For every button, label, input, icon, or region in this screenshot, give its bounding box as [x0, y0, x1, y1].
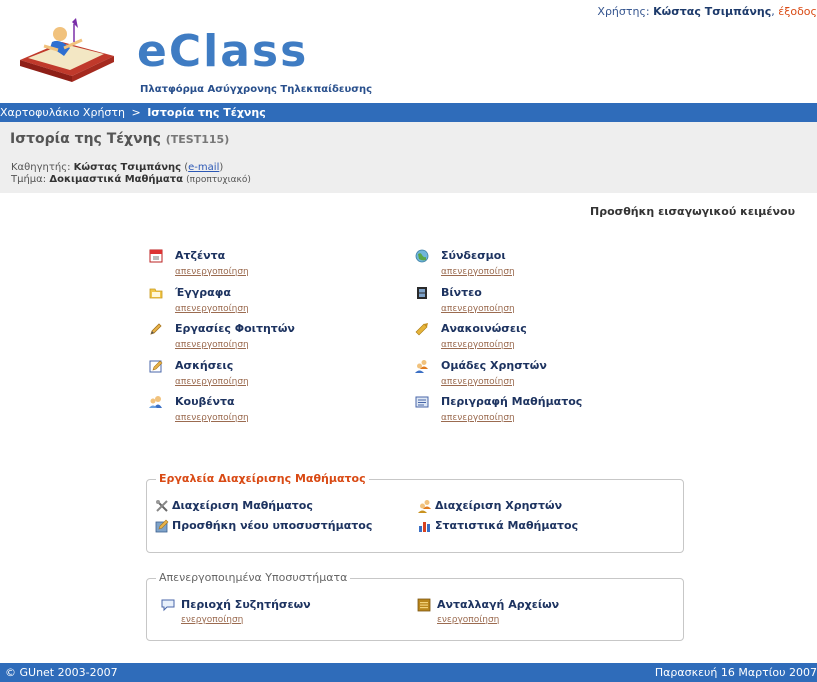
- deactivate-link[interactable]: απενεργοποίηση: [175, 413, 249, 424]
- tool-links[interactable]: Σύνδεσμοι απενεργοποίηση: [415, 249, 665, 285]
- admin-item-label: Στατιστικά Μαθήματος: [435, 519, 579, 532]
- brand-logo[interactable]: eClass: [137, 30, 308, 74]
- tool-name: Ασκήσεις: [175, 359, 234, 372]
- disabled-modules-legend: Απενεργοποιημένα Υποσυστήματα: [156, 571, 351, 585]
- user-admin-icon: [418, 500, 431, 513]
- add-module-icon: [155, 519, 169, 533]
- tool-documents[interactable]: Έγγραφα απενεργοποίηση: [149, 286, 399, 322]
- breadcrumb-separator: >: [131, 106, 141, 119]
- tool-agenda[interactable]: Ατζέντα απενεργοποίηση: [149, 249, 399, 285]
- professor-label: Καθηγητής:: [11, 162, 71, 173]
- admin-item-label: Διαχείριση Μαθήματος: [172, 499, 313, 512]
- deactivate-link[interactable]: απενεργοποίηση: [441, 413, 515, 424]
- professor-line: Καθηγητής: Κώστας Τσιμπάνης (e-mail): [11, 162, 224, 173]
- deactivate-link[interactable]: απενεργοποίηση: [175, 340, 249, 351]
- tool-name: Έγγραφα: [175, 286, 231, 299]
- tools-icon: [156, 500, 168, 512]
- pencil-icon: [150, 323, 162, 335]
- calendar-icon: [149, 249, 163, 263]
- tool-name: Σύνδεσμοι: [441, 249, 506, 262]
- tool-user-groups[interactable]: Ομάδες Χρηστών απενεργοποίηση: [415, 359, 665, 395]
- forum-icon: [161, 599, 175, 612]
- film-icon: [417, 287, 427, 299]
- user-label: Χρήστης:: [597, 5, 650, 18]
- add-intro-link[interactable]: Προσθήκη εισαγωγικού κειμένου: [590, 205, 795, 218]
- breadcrumb: Χαρτοφυλάκιο Χρήστη > Ιστορία της Τέχνης: [0, 103, 817, 122]
- module-name: Περιοχή Συζητήσεων: [181, 598, 311, 611]
- professor-name: Κώστας Τσιμπάνης: [73, 162, 182, 173]
- disabled-modules-panel: Απενεργοποιημένα Υποσυστήματα Περιοχή Συ…: [146, 571, 684, 641]
- course-title-text: Ιστορία της Τέχνης: [10, 131, 161, 147]
- breadcrumb-home-link[interactable]: Χαρτοφυλάκιο Χρήστη: [0, 106, 125, 119]
- tool-name: Βίντεο: [441, 286, 482, 299]
- tool-chat[interactable]: Κουβέντα απενεργοποίηση: [149, 395, 399, 431]
- footer-copyright: © GUnet 2003-2007: [5, 666, 118, 679]
- footer: © GUnet 2003-2007 Παρασκευή 16 Μαρτίου 2…: [0, 663, 817, 682]
- deactivate-link[interactable]: απενεργοποίηση: [175, 267, 249, 278]
- course-level: (προπτυχιακό): [186, 175, 251, 185]
- tool-name: Ανακοινώσεις: [441, 322, 527, 335]
- tool-name: Εργασίες Φοιτητών: [175, 322, 295, 335]
- flying-book-logo-icon: [20, 18, 114, 82]
- tool-name: Περιγραφή Μαθήματος: [441, 395, 583, 408]
- department-label: Τμήμα:: [11, 174, 47, 185]
- deactivate-link[interactable]: απενεργοποίηση: [441, 304, 515, 315]
- exercise-icon: [149, 360, 163, 373]
- user-bar: Χρήστης: Κώστας Τσιμπάνης, έξοδος: [597, 5, 817, 18]
- course-code: (TEST115): [165, 133, 230, 146]
- platform-tagline: Πλατφόρμα Ασύγχρονης Τηλεκπαίδευσης: [140, 84, 373, 95]
- breadcrumb-current: Ιστορία της Τέχνης: [147, 106, 266, 119]
- department-name: Δοκιμαστικά Μαθήματα: [49, 174, 183, 185]
- professor-email-link[interactable]: e-mail: [188, 162, 219, 173]
- department-line: Τμήμα: Δοκιμαστικά Μαθήματα (προπτυχιακό…: [11, 174, 251, 185]
- deactivate-link[interactable]: απενεργοποίηση: [441, 267, 515, 278]
- file-exchange-icon: [417, 598, 431, 612]
- tool-name: Ομάδες Χρηστών: [441, 359, 547, 372]
- header: eClass Πλατφόρμα Ασύγχρονης Τηλεκπαίδευσ…: [0, 0, 817, 103]
- deactivate-link[interactable]: απενεργοποίηση: [441, 377, 515, 388]
- tool-name: Ατζέντα: [175, 249, 226, 262]
- admin-item-label: Διαχείριση Χρηστών: [435, 499, 563, 512]
- tool-name: Κουβέντα: [175, 395, 235, 408]
- deactivate-link[interactable]: απενεργοποίηση: [441, 340, 515, 351]
- tool-announcements[interactable]: Ανακοινώσεις απενεργοποίηση: [415, 322, 665, 358]
- tool-video[interactable]: Βίντεο απενεργοποίηση: [415, 286, 665, 322]
- logout-link[interactable]: έξοδος: [778, 5, 817, 18]
- statistics-icon: [419, 522, 430, 532]
- chat-users-icon: [149, 396, 162, 408]
- globe-icon: [415, 249, 429, 263]
- course-admin-legend: Εργαλεία Διαχείρισης Μαθήματος: [156, 472, 369, 486]
- deactivate-link[interactable]: απενεργοποίηση: [175, 304, 249, 315]
- course-title: Ιστορία της Τέχνης (TEST115): [10, 131, 229, 147]
- deactivate-link[interactable]: απενεργοποίηση: [175, 377, 249, 388]
- users-group-icon: [415, 360, 428, 373]
- admin-item-label: Προσθήκη νέου υποσυστήματος: [172, 519, 373, 532]
- activate-link[interactable]: ενεργοποίηση: [181, 615, 243, 626]
- course-admin-panel: Εργαλεία Διαχείρισης Μαθήματος Διαχείρισ…: [146, 472, 684, 553]
- tool-exercises[interactable]: Ασκήσεις απενεργοποίηση: [149, 359, 399, 395]
- description-icon: [415, 396, 429, 408]
- module-name: Ανταλλαγή Αρχείων: [437, 598, 560, 611]
- megaphone-icon: [415, 323, 428, 336]
- folder-icon: [149, 288, 163, 299]
- footer-date: Παρασκευή 16 Μαρτίου 2007: [654, 666, 817, 679]
- activate-link[interactable]: ενεργοποίηση: [437, 615, 499, 626]
- tool-assignments[interactable]: Εργασίες Φοιτητών απενεργοποίηση: [149, 322, 399, 358]
- tool-course-description[interactable]: Περιγραφή Μαθήματος απενεργοποίηση: [415, 395, 665, 431]
- user-name: Κώστας Τσιμπάνης: [653, 5, 772, 18]
